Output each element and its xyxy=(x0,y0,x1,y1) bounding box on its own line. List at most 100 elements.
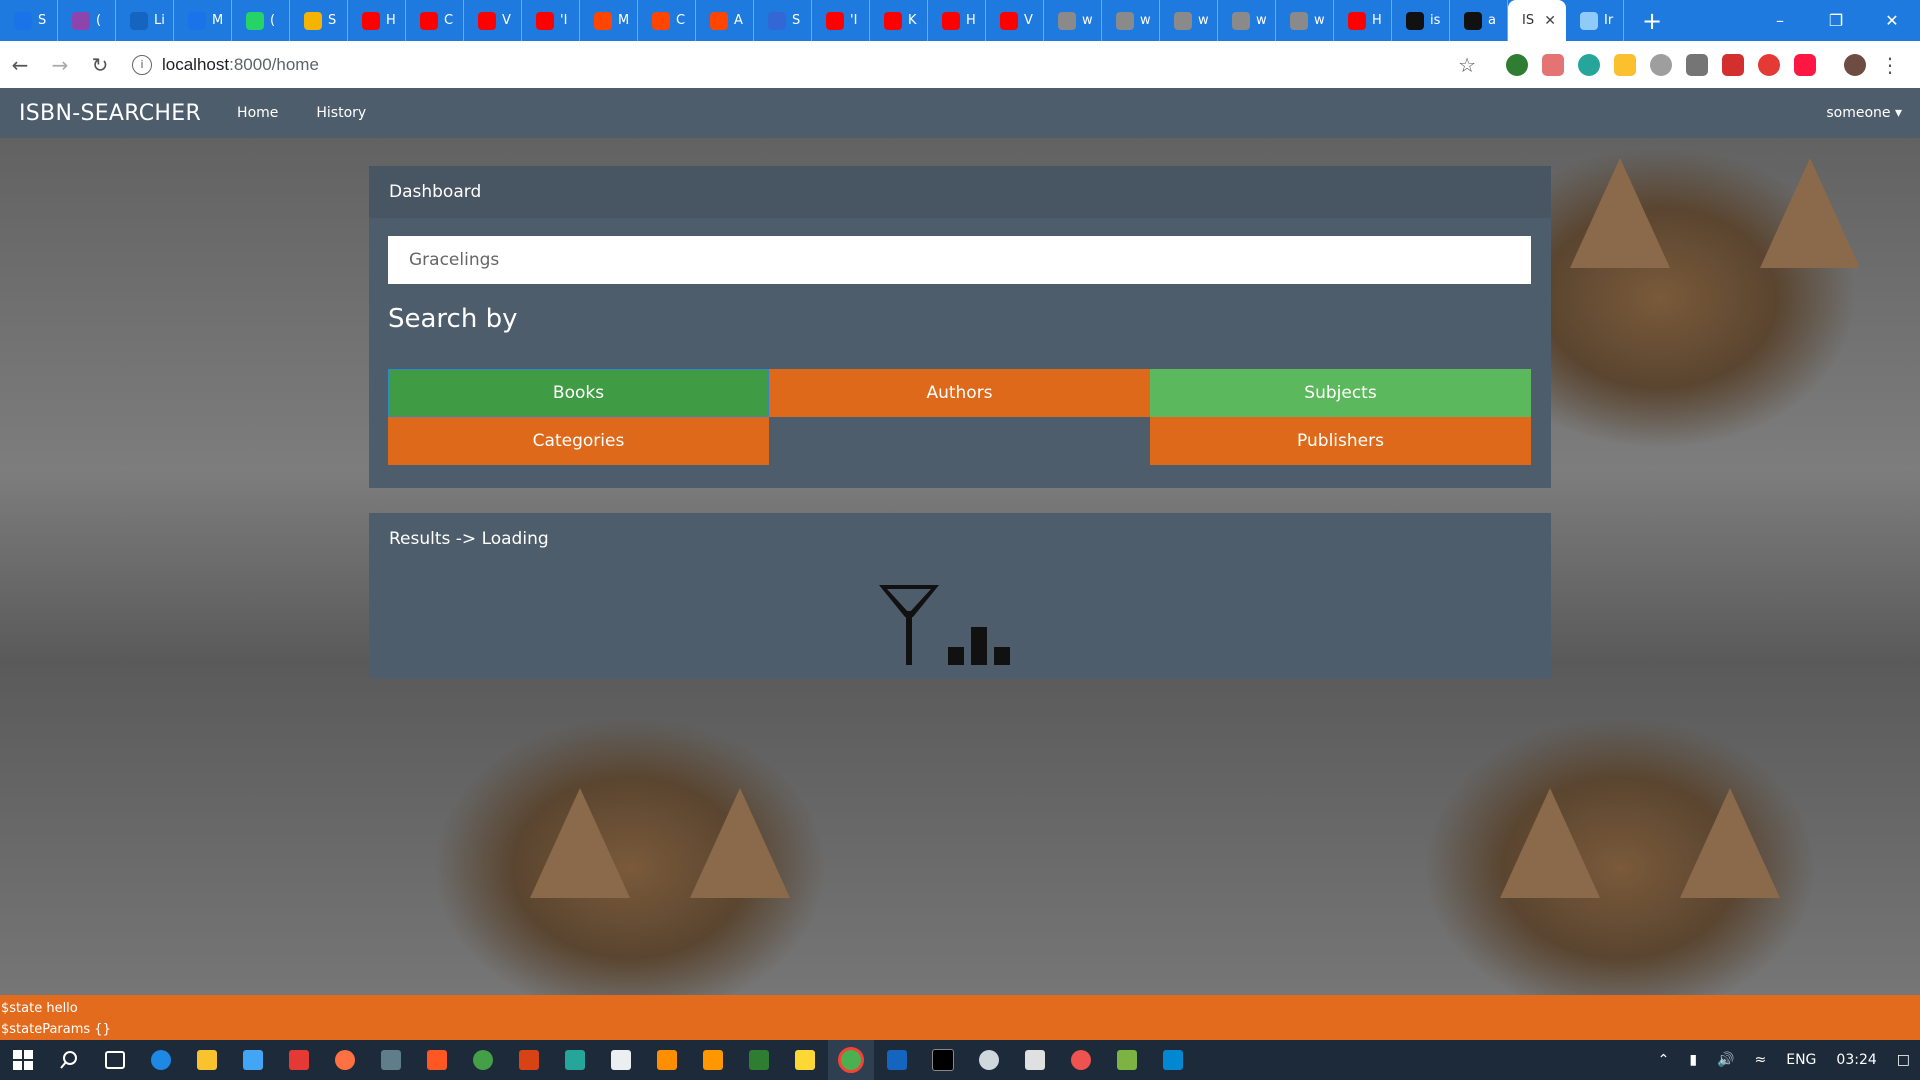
vscode-icon[interactable] xyxy=(1150,1040,1196,1080)
game-icon[interactable] xyxy=(368,1040,414,1080)
task-view-icon[interactable] xyxy=(92,1040,138,1080)
browser-tab[interactable]: a xyxy=(1450,0,1508,41)
forward-icon[interactable]: → xyxy=(40,53,80,77)
profile-avatar[interactable] xyxy=(1844,53,1866,76)
word-icon[interactable] xyxy=(874,1040,920,1080)
app-orange-icon[interactable] xyxy=(414,1040,460,1080)
android-icon[interactable] xyxy=(1104,1040,1150,1080)
language-indicator[interactable]: ENG xyxy=(1776,1052,1826,1068)
authors-button[interactable]: Authors xyxy=(769,369,1150,417)
browser-tab[interactable]: V xyxy=(464,0,522,41)
browser-tab[interactable]: ( xyxy=(58,0,116,41)
vlc-icon[interactable] xyxy=(644,1040,690,1080)
search-input[interactable]: Gracelings xyxy=(388,236,1531,284)
clock[interactable]: 03:24 xyxy=(1826,1052,1886,1068)
new-tab-icon[interactable]: + xyxy=(1624,7,1680,35)
nav-history[interactable]: History xyxy=(316,105,366,121)
browser-tab[interactable]: S xyxy=(290,0,348,41)
tab-title: V xyxy=(1024,13,1033,28)
tab-favicon-icon xyxy=(1464,11,1482,30)
powerpoint-icon[interactable] xyxy=(506,1040,552,1080)
browser-tab[interactable]: w xyxy=(1218,0,1276,41)
wifi-icon[interactable]: ≈ xyxy=(1745,1052,1777,1068)
java-icon[interactable] xyxy=(1012,1040,1058,1080)
categories-button[interactable]: Categories xyxy=(388,417,769,465)
extension-ghost-icon[interactable] xyxy=(1758,53,1780,76)
extension-brain-icon[interactable] xyxy=(1650,53,1672,76)
app-yellow-icon[interactable] xyxy=(782,1040,828,1080)
nav-home[interactable]: Home xyxy=(237,105,278,121)
extension-a-icon[interactable] xyxy=(1686,53,1708,76)
gift-icon[interactable] xyxy=(276,1040,322,1080)
app-brand[interactable]: ISBN-SEARCHER xyxy=(19,101,201,126)
site-info-icon[interactable]: i xyxy=(132,54,152,75)
close-window-icon[interactable]: ✕ xyxy=(1864,0,1920,41)
url-field[interactable]: i localhost:8000/home ☆ xyxy=(126,47,1476,82)
minimize-icon[interactable]: – xyxy=(1752,0,1808,41)
browser-menu-icon[interactable]: ⋮ xyxy=(1880,53,1900,77)
browser-tab[interactable]: H xyxy=(1334,0,1392,41)
back-icon[interactable]: ← xyxy=(0,53,40,77)
app-teal-icon[interactable] xyxy=(552,1040,598,1080)
browser-tab[interactable]: w xyxy=(1044,0,1102,41)
url-text[interactable]: localhost:8000/home xyxy=(162,55,319,75)
browser-tab[interactable]: w xyxy=(1160,0,1218,41)
browser-tab[interactable]: is xyxy=(1392,0,1450,41)
extension-key-icon[interactable] xyxy=(1614,53,1636,76)
file-explorer-icon[interactable] xyxy=(184,1040,230,1080)
sublime-icon[interactable] xyxy=(690,1040,736,1080)
app-red-icon[interactable] xyxy=(1058,1040,1104,1080)
browser-tab[interactable]: K xyxy=(870,0,928,41)
browser-tab[interactable]: 'I xyxy=(522,0,580,41)
excel-icon[interactable] xyxy=(736,1040,782,1080)
browser-tab[interactable]: M xyxy=(580,0,638,41)
edge-icon[interactable] xyxy=(138,1040,184,1080)
start-icon[interactable] xyxy=(0,1040,46,1080)
browser-tab[interactable]: Li xyxy=(116,0,174,41)
extension-globe-icon[interactable] xyxy=(1506,53,1528,76)
browser-tab[interactable]: V xyxy=(986,0,1044,41)
reload-icon[interactable]: ↻ xyxy=(80,53,120,77)
books-button[interactable]: Books xyxy=(388,369,769,417)
chevron-up-icon[interactable]: ⌃ xyxy=(1648,1052,1680,1068)
debug-statusbar: $state hello $stateParams {} xyxy=(0,995,1920,1043)
restore-icon[interactable]: ❐ xyxy=(1808,0,1864,41)
tab-favicon-icon xyxy=(1580,11,1598,30)
browser-tab[interactable]: ( xyxy=(232,0,290,41)
tab-favicon-icon xyxy=(478,11,496,30)
browser-tab[interactable]: M xyxy=(174,0,232,41)
firefox-icon[interactable] xyxy=(322,1040,368,1080)
extension-teal-icon[interactable] xyxy=(1578,53,1600,76)
browser-tab[interactable]: 'I xyxy=(812,0,870,41)
mail-icon[interactable] xyxy=(598,1040,644,1080)
browser-tab[interactable]: w xyxy=(1276,0,1334,41)
browser-tab[interactable]: S xyxy=(754,0,812,41)
volume-icon[interactable]: 🔊 xyxy=(1707,1052,1744,1068)
close-tab-icon[interactable]: ✕ xyxy=(1544,13,1556,29)
publishers-button[interactable]: Publishers xyxy=(1150,417,1531,465)
notifications-icon[interactable]: □ xyxy=(1887,1052,1920,1068)
extension-calendar-icon[interactable] xyxy=(1722,53,1744,76)
settings-icon[interactable] xyxy=(966,1040,1012,1080)
search-icon[interactable] xyxy=(46,1040,92,1080)
browser-tab[interactable]: A xyxy=(696,0,754,41)
browser-tab[interactable]: H xyxy=(928,0,986,41)
subjects-button[interactable]: Subjects xyxy=(1150,369,1531,417)
battery-icon[interactable]: ▮ xyxy=(1679,1052,1707,1068)
bookmark-star-icon[interactable]: ☆ xyxy=(1458,53,1476,77)
browser-tab[interactable]: S xyxy=(0,0,58,41)
store-icon[interactable] xyxy=(230,1040,276,1080)
chrome-icon[interactable] xyxy=(828,1040,874,1080)
extension-pdf-icon[interactable] xyxy=(1542,53,1564,76)
browser-tab[interactable]: Ir xyxy=(1566,0,1624,41)
browser-tab[interactable]: C xyxy=(638,0,696,41)
tab-title: M xyxy=(212,13,224,28)
browser-tab-active[interactable]: IS ✕ xyxy=(1508,0,1566,41)
terminal-icon[interactable] xyxy=(920,1040,966,1080)
browser-tab[interactable]: H xyxy=(348,0,406,41)
app-green-icon[interactable] xyxy=(460,1040,506,1080)
user-menu[interactable]: someone ▾ xyxy=(1826,105,1902,121)
extension-youtube-icon[interactable] xyxy=(1794,53,1816,76)
browser-tab[interactable]: C xyxy=(406,0,464,41)
browser-tab[interactable]: w xyxy=(1102,0,1160,41)
